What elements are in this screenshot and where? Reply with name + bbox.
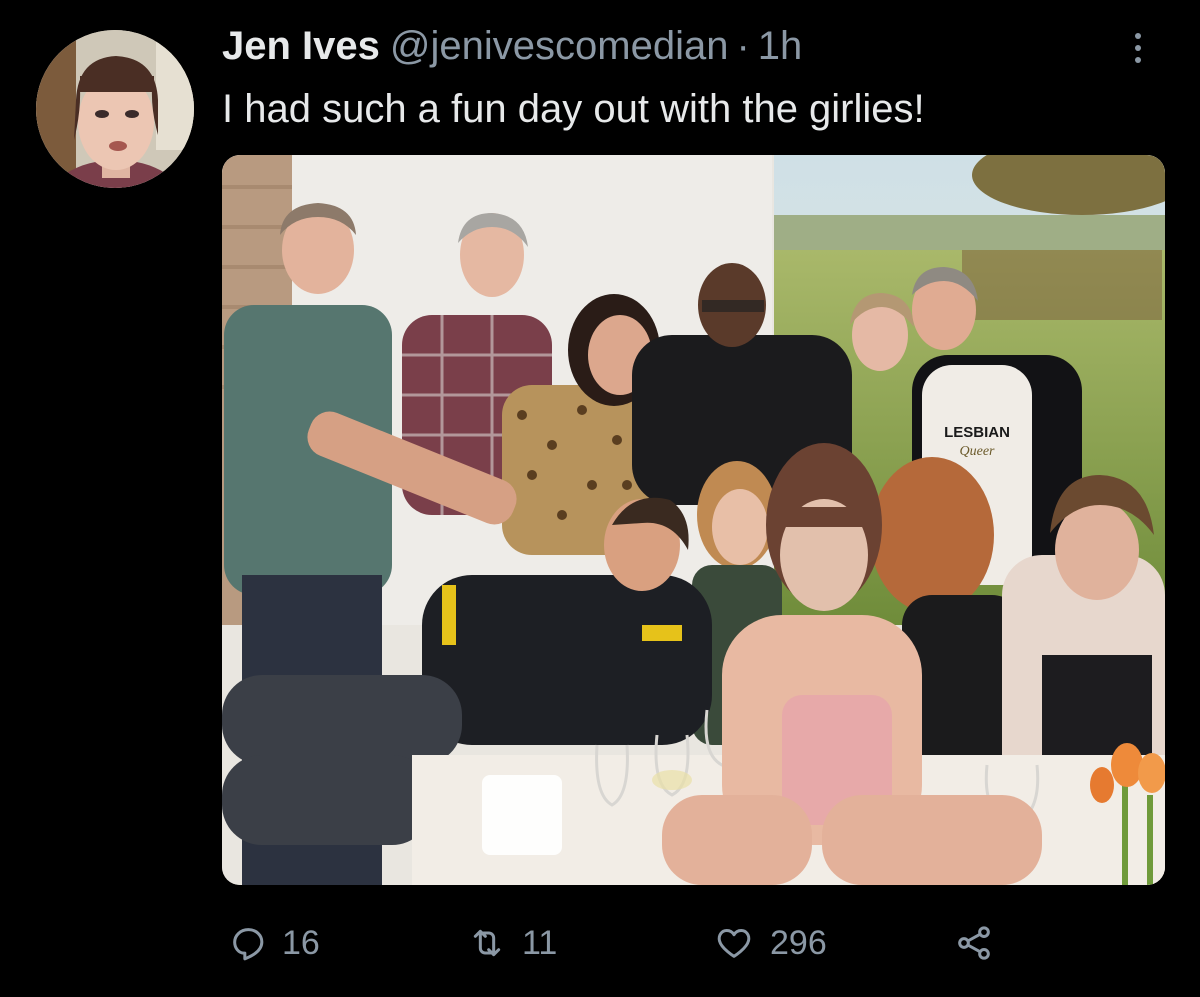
avatar-image [36,30,194,188]
shirt-text-line1: LESBIAN [944,424,1010,441]
tweet-card: Jen Ives @jenivescomedian · 1h I had suc… [0,0,1200,997]
group-photo: LESBIAN Queer [222,155,1165,885]
retweet-count: 11 [522,923,558,962]
retweet-icon [473,929,501,957]
tweet-header: Jen Ives @jenivescomedian · 1h [222,24,802,72]
like-count: 296 [770,923,827,962]
header-separator: · [736,24,750,68]
heart-icon [717,929,751,958]
reply-icon [233,928,264,961]
author-handle[interactable]: @jenivescomedian [390,24,729,69]
share-button[interactable] [952,918,996,968]
tweet-text: I had such a fun day out with the girlie… [222,87,925,131]
more-dot [1135,45,1141,51]
reply-count: 16 [282,923,320,962]
shirt-text-line2: Queer [960,444,996,459]
tweet-timestamp[interactable]: 1h [758,24,803,69]
like-button[interactable]: 296 [712,918,827,968]
author-display-name[interactable]: Jen Ives [222,24,380,69]
retweet-button[interactable]: 11 [466,918,557,968]
reply-button[interactable]: 16 [228,918,320,968]
author-avatar[interactable] [36,30,194,188]
more-icon[interactable] [1118,26,1158,70]
tweet-actions: 16 11 296 [222,918,1022,968]
share-icon [958,926,990,960]
tweet-photo[interactable]: LESBIAN Queer [222,155,1165,885]
more-dot [1135,33,1141,39]
more-dot [1135,57,1141,63]
